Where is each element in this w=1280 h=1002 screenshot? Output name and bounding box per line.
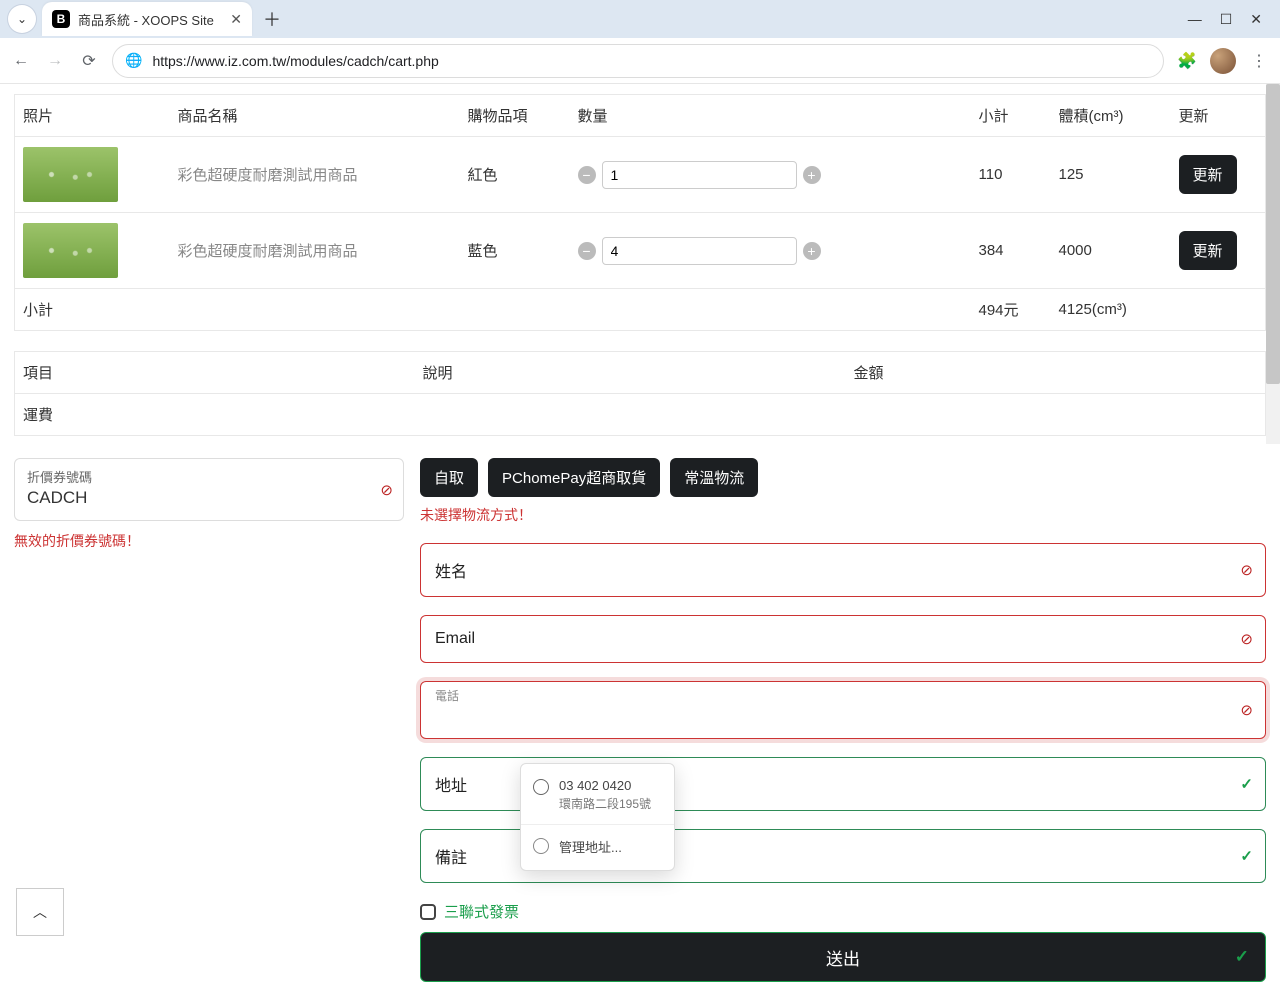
product-thumb [23, 223, 118, 278]
close-tab-icon[interactable]: ✕ [230, 11, 242, 28]
globe-icon: 🌐 [125, 52, 142, 69]
submit-label: 送出 [826, 945, 860, 970]
col-subtotal: 小計 [971, 95, 1051, 137]
new-tab-button[interactable]: ＋ [258, 5, 286, 33]
col-volume: 體積(cm³) [1051, 95, 1171, 137]
kebab-menu-icon[interactable]: ⋮ [1248, 50, 1270, 72]
col-variant: 購物品項 [460, 95, 570, 137]
autofill-phone: 03 402 0420 [559, 778, 651, 793]
autofill-suggestion[interactable]: 03 402 0420 環南路二段195號 [521, 770, 674, 820]
invoice-label: 三聯式發票 [444, 901, 519, 922]
note-label: 備註 [435, 844, 467, 868]
shipping-option-pickup[interactable]: 自取 [420, 458, 478, 497]
qty-minus-button[interactable]: − [578, 242, 596, 260]
update-row-button[interactable]: 更新 [1179, 231, 1237, 270]
qty-input[interactable] [602, 161, 797, 189]
fee-col-item: 項目 [15, 352, 415, 394]
product-variant: 藍色 [460, 213, 570, 289]
tab-search-button[interactable]: ⌄ [8, 5, 36, 33]
extensions-icon[interactable]: 🧩 [1176, 50, 1198, 72]
row-volume: 4000 [1051, 213, 1171, 289]
shipping-options: 自取 PChomePay超商取貨 常溫物流 [420, 458, 1266, 497]
close-window-icon[interactable]: ✕ [1250, 11, 1262, 28]
qty-plus-button[interactable]: + [803, 166, 821, 184]
col-qty: 數量 [570, 95, 971, 137]
check-icon: ✓ [1235, 947, 1249, 967]
cart-row: 彩色超硬度耐磨測試用商品 藍色 − + 384 4000 更新 [15, 213, 1266, 289]
email-field[interactable]: Email ⊘ [420, 615, 1266, 663]
col-update: 更新 [1171, 95, 1266, 137]
autofill-manage-label: 管理地址... [559, 837, 622, 856]
check-icon: ✓ [1240, 775, 1253, 793]
browser-chrome: ⌄ B 商品系統 - XOOPS Site ✕ ＋ — ☐ ✕ ← → ⟳ 🌐 … [0, 0, 1280, 84]
footer-label: 小計 [15, 289, 971, 331]
chrome-icon [533, 838, 549, 854]
col-name: 商品名稱 [170, 95, 460, 137]
cart-table: 照片 商品名稱 購物品項 數量 小計 體積(cm³) 更新 彩色超硬度耐磨測試用… [14, 94, 1266, 331]
footer-volume: 4125(cm³) [1051, 289, 1171, 331]
row-volume: 125 [1051, 137, 1171, 213]
favicon-icon: B [52, 10, 70, 28]
shipping-option-pchomepay[interactable]: PChomePay超商取貨 [488, 458, 660, 497]
name-label: 姓名 [435, 558, 467, 582]
qty-plus-button[interactable]: + [803, 242, 821, 260]
row-subtotal: 110 [971, 137, 1051, 213]
minimize-icon[interactable]: — [1188, 11, 1202, 28]
product-thumb [23, 147, 118, 202]
error-icon: ⊘ [380, 481, 393, 499]
autofill-address-sub: 環南路二段195號 [559, 795, 651, 812]
update-row-button[interactable]: 更新 [1179, 155, 1237, 194]
invoice-checkbox-row[interactable]: 三聯式發票 [420, 901, 1266, 922]
fee-col-desc: 說明 [415, 352, 846, 394]
coupon-value: CADCH [27, 488, 391, 508]
check-icon: ✓ [1240, 847, 1253, 865]
address-label: 地址 [435, 772, 467, 796]
name-field[interactable]: 姓名 ⊘ [420, 543, 1266, 597]
back-button[interactable]: ← [10, 50, 32, 72]
qty-input[interactable] [602, 237, 797, 265]
product-name: 彩色超硬度耐磨測試用商品 [170, 213, 460, 289]
product-name: 彩色超硬度耐磨測試用商品 [170, 137, 460, 213]
autofill-manage[interactable]: 管理地址... [521, 829, 674, 864]
row-subtotal: 384 [971, 213, 1051, 289]
fee-table: 項目 說明 金額 運費 [14, 351, 1266, 436]
forward-button[interactable]: → [44, 50, 66, 72]
submit-button[interactable]: 送出 ✓ [420, 932, 1266, 982]
fee-col-amount: 金額 [846, 352, 1266, 394]
email-label: Email [435, 630, 475, 648]
tab-title: 商品系統 - XOOPS Site [78, 10, 222, 29]
location-icon [533, 779, 549, 795]
col-photo: 照片 [15, 95, 170, 137]
coupon-label: 折價券號碼 [27, 467, 391, 486]
toolbar: ← → ⟳ 🌐 https://www.iz.com.tw/modules/ca… [0, 38, 1280, 84]
page-content: 照片 商品名稱 購物品項 數量 小計 體積(cm³) 更新 彩色超硬度耐磨測試用… [0, 84, 1280, 1002]
cart-footer-row: 小計 494元 4125(cm³) [15, 289, 1266, 331]
coupon-field[interactable]: 折價券號碼 CADCH ⊘ [14, 458, 404, 521]
shipping-warning: 未選擇物流方式！ [420, 505, 1266, 525]
reload-button[interactable]: ⟳ [78, 50, 100, 72]
profile-avatar[interactable] [1210, 48, 1236, 74]
qty-minus-button[interactable]: − [578, 166, 596, 184]
window-controls: — ☐ ✕ [1188, 11, 1272, 28]
phone-field[interactable]: 電話 ⊘ [420, 681, 1266, 739]
error-icon: ⊘ [1240, 630, 1253, 648]
cart-row: 彩色超硬度耐磨測試用商品 紅色 − + 110 125 更新 [15, 137, 1266, 213]
scroll-to-top-button[interactable]: ︿ [16, 888, 64, 936]
url-text: https://www.iz.com.tw/modules/cadch/cart… [152, 53, 438, 69]
product-variant: 紅色 [460, 137, 570, 213]
address-bar[interactable]: 🌐 https://www.iz.com.tw/modules/cadch/ca… [112, 44, 1164, 78]
coupon-error: 無效的折價券號碼！ [14, 531, 404, 551]
autofill-popup: 03 402 0420 環南路二段195號 管理地址... [520, 763, 675, 871]
phone-label: 電話 [435, 687, 459, 704]
error-icon: ⊘ [1240, 701, 1253, 719]
cart-header-row: 照片 商品名稱 購物品項 數量 小計 體積(cm³) 更新 [15, 95, 1266, 137]
browser-tab[interactable]: B 商品系統 - XOOPS Site ✕ [42, 2, 252, 36]
fee-row-shipping: 運費 [15, 394, 1266, 436]
shipping-option-normal[interactable]: 常溫物流 [670, 458, 758, 497]
tab-bar: ⌄ B 商品系統 - XOOPS Site ✕ ＋ — ☐ ✕ [0, 0, 1280, 38]
error-icon: ⊘ [1240, 561, 1253, 579]
checkbox-icon[interactable] [420, 904, 436, 920]
footer-subtotal: 494元 [971, 289, 1051, 331]
maximize-icon[interactable]: ☐ [1220, 11, 1233, 28]
